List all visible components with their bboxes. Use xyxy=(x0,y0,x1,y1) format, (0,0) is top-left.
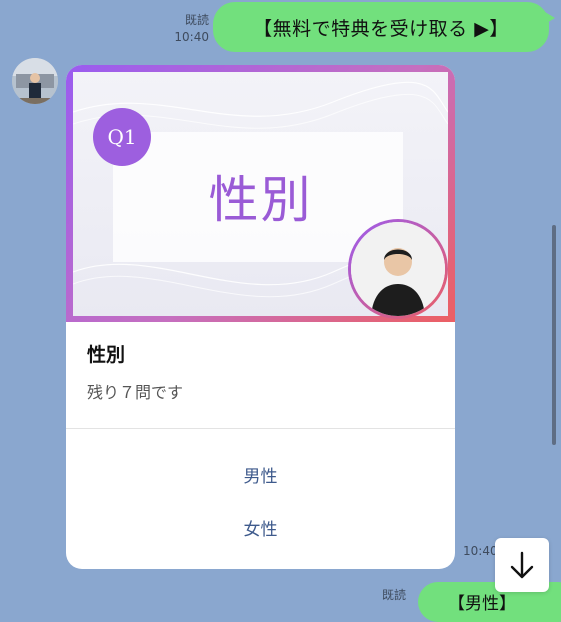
card-subtitle: 残り７問です xyxy=(87,383,184,402)
card-title: 性別 xyxy=(87,344,126,366)
choice-button-female[interactable]: 女性 xyxy=(66,515,455,540)
message-text: 【無料で特典を受け取る ▶】 xyxy=(253,17,509,40)
avatar[interactable] xyxy=(12,58,58,104)
person-icon xyxy=(351,222,445,316)
message-meta-top: 既読 10:40 xyxy=(174,12,209,46)
avatar-photo xyxy=(12,58,58,104)
arrow-down-icon xyxy=(510,551,534,579)
card-divider xyxy=(66,428,455,429)
presenter-photo xyxy=(348,219,448,319)
card-hero-image[interactable]: Q1 性別 xyxy=(66,65,455,322)
question-number-badge: Q1 xyxy=(93,108,151,166)
question-card: Q1 性別 性別 残り７問です 男性 女性 xyxy=(66,65,455,569)
outgoing-message-bubble[interactable]: 【無料で特典を受け取る ▶】 xyxy=(213,2,555,52)
message-time: 10:40 xyxy=(174,30,209,44)
read-label: 既読 xyxy=(382,588,407,602)
scroll-to-bottom-button[interactable] xyxy=(495,538,549,592)
scrollbar[interactable] xyxy=(552,225,556,445)
read-label: 既読 xyxy=(184,13,209,27)
message-time: 10:40 xyxy=(463,544,498,558)
choice-button-male[interactable]: 男性 xyxy=(66,462,455,487)
message-text: 【男性】 xyxy=(448,594,516,614)
